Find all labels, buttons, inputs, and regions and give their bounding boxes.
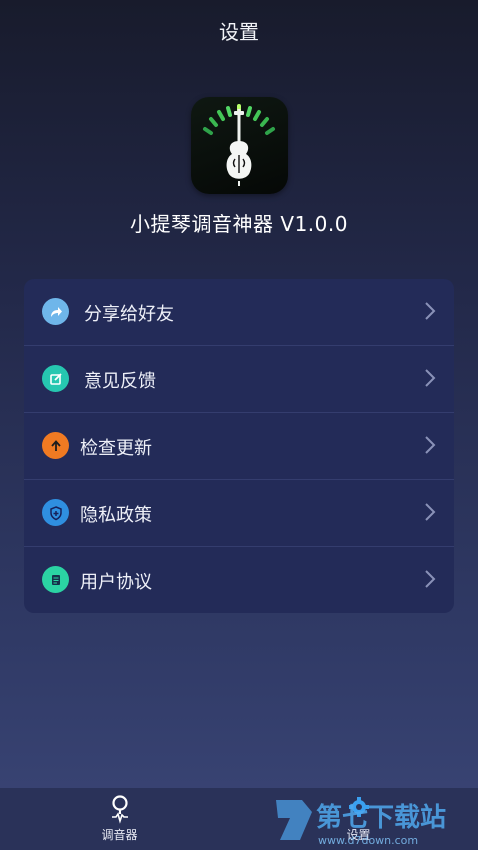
svg-text:www.d7down.com: www.d7down.com (318, 834, 418, 847)
menu-item-feedback[interactable]: 意见反馈 (24, 346, 454, 413)
app-logo-icon (191, 97, 288, 194)
watermark-logo: 第七下载站 www.d7down.com (276, 800, 446, 847)
app-name-version: 小提琴调音神器 V1.0.0 (130, 212, 348, 236)
tab-label: 调音器 (101, 828, 138, 842)
chevron-right-icon (425, 369, 436, 387)
menu-item-label: 检查更新 (80, 438, 152, 459)
menu-item-label: 用户协议 (80, 572, 152, 593)
feedback-icon (42, 365, 69, 392)
tab-tuner[interactable]: 调音器 (0, 788, 239, 850)
share-icon (42, 298, 69, 325)
svg-text:第七下载站: 第七下载站 (316, 802, 446, 833)
chevron-right-icon (425, 503, 436, 521)
menu-item-privacy[interactable]: 隐私政策 (24, 480, 454, 547)
chevron-right-icon (425, 570, 436, 588)
tuner-pin-icon (111, 795, 128, 824)
privacy-shield-icon (42, 499, 69, 526)
chevron-right-icon (425, 436, 436, 454)
chevron-right-icon (425, 302, 436, 320)
agreement-doc-icon (42, 566, 69, 593)
update-arrow-icon (42, 432, 69, 459)
menu-item-check-update[interactable]: 检查更新 (24, 413, 454, 480)
menu-item-share[interactable]: 分享给好友 (24, 279, 454, 346)
menu-item-label: 意见反馈 (84, 371, 156, 392)
page-title: 设置 (219, 20, 259, 44)
settings-menu: 分享给好友 意见反馈 检查更新 隐私政策 用户协议 (24, 279, 454, 613)
menu-item-user-agreement[interactable]: 用户协议 (24, 547, 454, 613)
menu-item-label: 分享给好友 (84, 304, 174, 325)
menu-item-label: 隐私政策 (80, 505, 152, 526)
